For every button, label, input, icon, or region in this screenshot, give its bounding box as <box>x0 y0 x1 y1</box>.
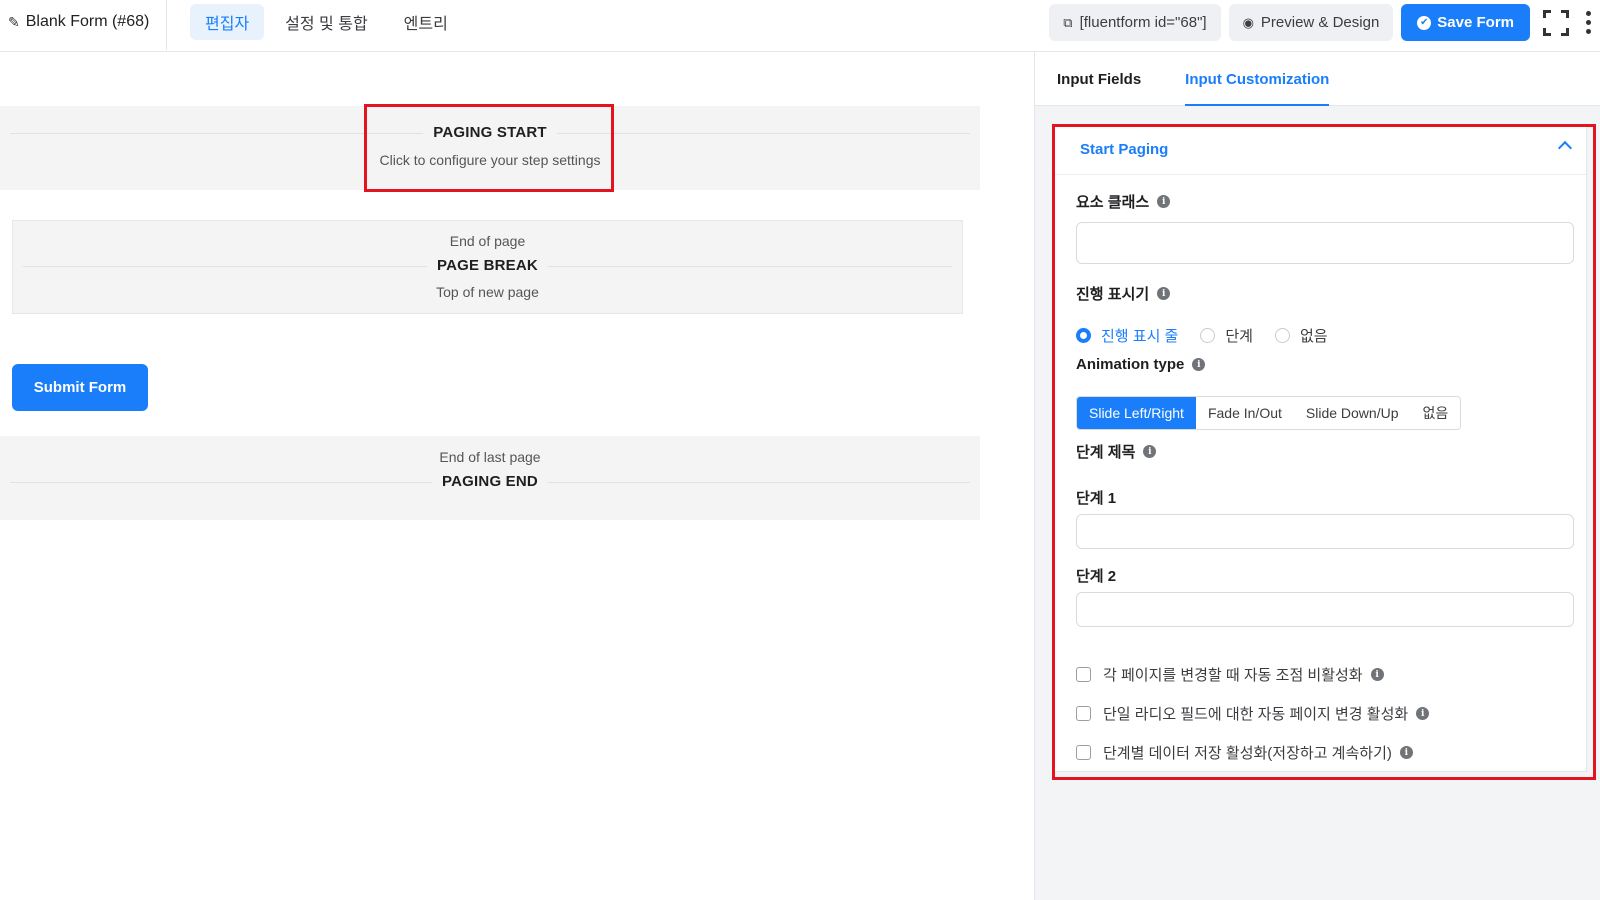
check-circle-icon: ✔ <box>1417 15 1432 30</box>
step1-input[interactable] <box>1076 514 1574 549</box>
info-icon[interactable]: i <box>1157 195 1171 208</box>
preview-label: Preview & Design <box>1260 14 1380 31</box>
page-break-block[interactable]: End of page PAGE BREAK Top of new page <box>12 220 963 314</box>
start-paging-settings-card: Start Paging 요소 클래스 i 진행 표시기 i 진행 표시 줄 단… <box>1053 124 1587 772</box>
page-break-top-text: End of page <box>449 233 526 249</box>
checkbox-save-and-resume[interactable]: 단계별 데이터 저장 활성화(저장하고 계속하기) i <box>1076 742 1413 763</box>
chevron-up-icon[interactable] <box>1557 140 1573 156</box>
checkbox-disable-auto-focus[interactable]: 각 페이지를 변경할 때 자동 조점 비활성화 i <box>1076 664 1384 685</box>
animation-type-selector: Slide Left/Right Fade In/Out Slide Down/… <box>1076 396 1462 430</box>
header-actions: ⧉ [fluentform id="68"] ◉ Preview & Desig… <box>1049 4 1600 41</box>
tab-editor[interactable]: 편집자 <box>190 4 265 40</box>
tab-settings-integrations[interactable]: 설정 및 통합 <box>270 4 383 40</box>
preview-design-button[interactable]: ◉ Preview & Design <box>1228 4 1394 41</box>
step-titles-label: 단계 제목 i <box>1076 441 1157 462</box>
pencil-icon: ✎ <box>8 13 20 30</box>
animation-slide-left-right[interactable]: Slide Left/Right <box>1077 397 1196 429</box>
tab-input-fields[interactable]: Input Fields <box>1057 52 1141 106</box>
tab-entries[interactable]: 엔트리 <box>389 4 463 40</box>
radio-none[interactable]: 없음 <box>1274 325 1328 346</box>
section-title: Start Paging <box>1080 141 1169 158</box>
progress-indicator-options: 진행 표시 줄 단계 없음 <box>1076 325 1328 346</box>
highlight-box-paging-start <box>364 104 614 192</box>
info-icon[interactable]: i <box>1157 287 1171 300</box>
page-break-title: PAGE BREAK <box>427 257 548 274</box>
main-tabs: 편집자 설정 및 통합 엔트리 <box>190 4 463 40</box>
settings-panel: Input Fields Input Customization Start P… <box>1034 52 1600 900</box>
save-form-button[interactable]: ✔ Save Form <box>1401 4 1530 41</box>
checkbox[interactable] <box>1076 667 1091 682</box>
form-title-text: Blank Form (#68) <box>25 13 150 30</box>
radio-steps[interactable]: 단계 <box>1200 325 1253 346</box>
progress-indicator-label: 진행 표시기 i <box>1076 283 1171 304</box>
step2-input[interactable] <box>1076 592 1574 627</box>
info-icon[interactable]: i <box>1399 746 1413 759</box>
shortcode-text: [fluentform id="68"] <box>1079 14 1207 31</box>
tab-input-customization[interactable]: Input Customization <box>1185 52 1330 106</box>
submit-form-button[interactable]: Submit Form <box>12 364 148 411</box>
info-icon[interactable]: i <box>1192 358 1206 371</box>
paging-end-block[interactable]: End of last page PAGING END <box>0 436 980 520</box>
element-class-label: 요소 클래스 i <box>1076 191 1171 212</box>
form-title[interactable]: ✎ Blank Form (#68) <box>8 0 149 44</box>
info-icon[interactable]: i <box>1416 707 1430 720</box>
step1-label: 단계 1 <box>1076 490 1117 507</box>
step2-label: 단계 2 <box>1076 568 1117 585</box>
checkbox[interactable] <box>1076 745 1091 760</box>
divider <box>166 0 167 50</box>
animation-fade-in-out[interactable]: Fade In/Out <box>1196 397 1294 429</box>
animation-slide-down-up[interactable]: Slide Down/Up <box>1294 397 1411 429</box>
radio-dot <box>1076 328 1091 343</box>
checkbox[interactable] <box>1076 706 1091 721</box>
element-class-input[interactable] <box>1076 222 1574 264</box>
copy-icon: ⧉ <box>1063 14 1073 30</box>
paging-end-top-text: End of last page <box>439 449 541 465</box>
radio-dot <box>1200 328 1216 343</box>
more-options-icon[interactable] <box>1584 11 1592 34</box>
radio-dot <box>1274 328 1290 343</box>
fullscreen-icon[interactable] <box>1542 9 1570 37</box>
radio-progress-bar[interactable]: 진행 표시 줄 <box>1076 325 1178 346</box>
eye-icon: ◉ <box>1242 14 1254 30</box>
animation-none[interactable]: 없음 <box>1411 397 1461 429</box>
shortcode-button[interactable]: ⧉ [fluentform id="68"] <box>1049 4 1221 41</box>
info-icon[interactable]: i <box>1370 668 1384 681</box>
animation-type-label: Animation type i <box>1076 356 1206 373</box>
page-break-bottom-text: Top of new page <box>436 284 539 300</box>
save-label: Save Form <box>1437 14 1514 31</box>
paging-end-title: PAGING END <box>432 473 548 490</box>
form-editor-canvas: PAGING START Click to configure your ste… <box>0 52 1034 900</box>
info-icon[interactable]: i <box>1143 445 1157 458</box>
section-header[interactable]: Start Paging <box>1054 125 1586 175</box>
top-bar: ✎ Blank Form (#68) 편집자 설정 및 통합 엔트리 ⧉ [fl… <box>0 0 1600 52</box>
panel-tabs: Input Fields Input Customization <box>1035 52 1600 106</box>
checkbox-auto-page-change[interactable]: 단일 라디오 필드에 대한 자동 페이지 변경 활성화 i <box>1076 703 1430 724</box>
